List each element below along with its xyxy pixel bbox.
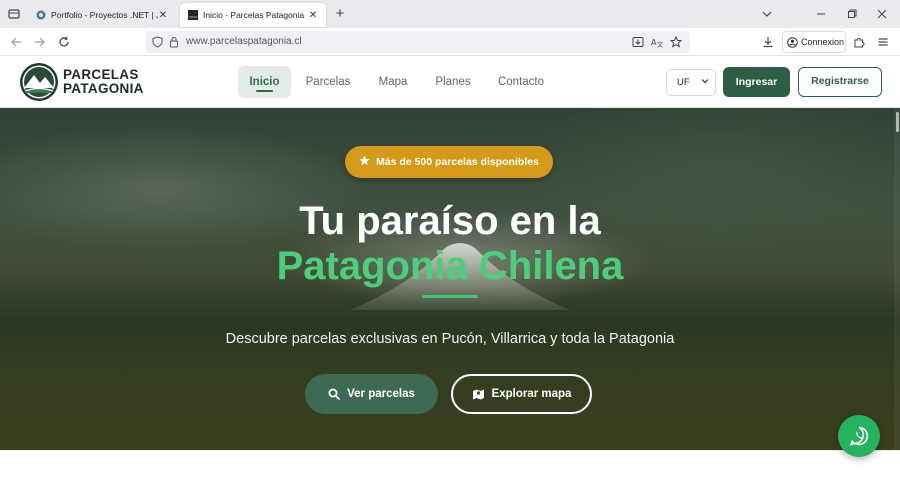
nav-item-mapa[interactable]: Mapa xyxy=(368,66,418,98)
nav-item-parcelas[interactable]: Parcelas xyxy=(298,66,358,98)
logo-wordmark: PARCELAS PATAGONIA xyxy=(63,68,144,96)
extensions-puzzle-icon[interactable] xyxy=(851,34,867,50)
mountain-logo-icon xyxy=(20,63,58,101)
register-button[interactable]: Registrarse xyxy=(798,67,882,97)
hero-subtitle: Descubre parcelas exclusivas en Pucón, V… xyxy=(225,331,675,347)
downloads-icon[interactable] xyxy=(760,34,776,50)
shield-icon[interactable] xyxy=(152,36,163,48)
logo-line-1: PARCELAS xyxy=(63,67,139,82)
new-tab-icon[interactable]: + xyxy=(332,6,348,22)
forward-arrow-icon[interactable] xyxy=(32,34,48,50)
badge-text: Más de 500 parcelas disponibles xyxy=(376,156,539,168)
hero-title-line-1: Tu paraíso en la xyxy=(299,199,601,243)
hero-divider xyxy=(422,295,478,298)
lock-icon[interactable] xyxy=(169,36,179,48)
chevron-down-icon xyxy=(701,70,709,95)
view-parcels-button[interactable]: Ver parcelas xyxy=(305,374,438,414)
tab-close-icon[interactable]: ✕ xyxy=(308,10,318,21)
tab-list-icon[interactable] xyxy=(6,6,22,22)
tab-close-icon[interactable]: ✕ xyxy=(158,10,168,21)
svg-text:文: 文 xyxy=(657,41,663,48)
login-button[interactable]: Ingresar xyxy=(723,67,790,97)
hamburger-menu-icon[interactable] xyxy=(875,34,891,50)
explore-map-label: Explorar mapa xyxy=(491,388,572,400)
currency-value: UF xyxy=(677,77,690,88)
tab-overflow-chevron-icon[interactable] xyxy=(758,5,776,23)
bookmark-star-icon[interactable] xyxy=(670,36,682,48)
browser-nav-bar: www.parcelaspatagonia.cl A文 Connexion xyxy=(0,28,900,56)
scrollbar-thumb[interactable] xyxy=(896,112,899,132)
site-logo[interactable]: PARCELAS PATAGONIA xyxy=(19,62,144,102)
back-arrow-icon[interactable] xyxy=(8,34,24,50)
account-signin-button[interactable]: Connexion xyxy=(782,31,846,53)
map-icon xyxy=(472,389,484,400)
tab-title: Portfolio - Proyectos .NET | Jerom xyxy=(51,10,158,20)
restore-icon[interactable] xyxy=(843,5,861,23)
reader-view-icon[interactable] xyxy=(632,36,644,48)
whatsapp-chat-button[interactable] xyxy=(838,415,880,457)
parcelas-favicon-icon xyxy=(188,10,198,20)
nav-item-planes[interactable]: Planes xyxy=(427,66,479,98)
hero-title-line-2: Patagonia Chilena xyxy=(276,244,624,288)
browser-tab-inicio[interactable]: Inicio - Parcelas Patagonia ✕ xyxy=(180,3,326,27)
close-window-icon[interactable] xyxy=(873,5,891,23)
minimize-icon[interactable] xyxy=(812,5,830,23)
account-icon xyxy=(787,36,798,48)
search-icon xyxy=(328,388,341,400)
logo-line-2: PATAGONIA xyxy=(63,81,144,96)
browser-tab-portfolio[interactable]: Portfolio - Proyectos .NET | Jerom ✕ xyxy=(28,3,176,27)
star-icon xyxy=(359,155,370,169)
whatsapp-icon xyxy=(849,426,869,446)
url-text: www.parcelaspatagonia.cl xyxy=(186,36,302,47)
currency-select[interactable]: UF xyxy=(666,69,716,96)
nav-item-contacto[interactable]: Contacto xyxy=(490,66,552,98)
site-header: PARCELAS PATAGONIA Inicio Parcelas Mapa … xyxy=(0,56,900,108)
explore-map-button[interactable]: Explorar mapa xyxy=(451,374,592,414)
tab-title: Inicio - Parcelas Patagonia xyxy=(203,10,305,20)
reload-icon[interactable] xyxy=(56,34,72,50)
parcels-available-badge: Más de 500 parcelas disponibles xyxy=(345,146,553,178)
browser-tab-bar: Portfolio - Proyectos .NET | Jerom ✕ Ini… xyxy=(0,0,900,28)
address-bar[interactable]: www.parcelaspatagonia.cl A文 xyxy=(146,31,690,53)
translate-icon[interactable]: A文 xyxy=(651,36,663,48)
nav-item-inicio[interactable]: Inicio xyxy=(238,66,291,98)
portfolio-favicon-icon xyxy=(36,10,46,20)
next-section xyxy=(0,450,900,477)
view-parcels-label: Ver parcelas xyxy=(347,388,415,400)
signin-label: Connexion xyxy=(801,37,845,47)
hero-section: Más de 500 parcelas disponibles Tu paraí… xyxy=(0,108,900,450)
